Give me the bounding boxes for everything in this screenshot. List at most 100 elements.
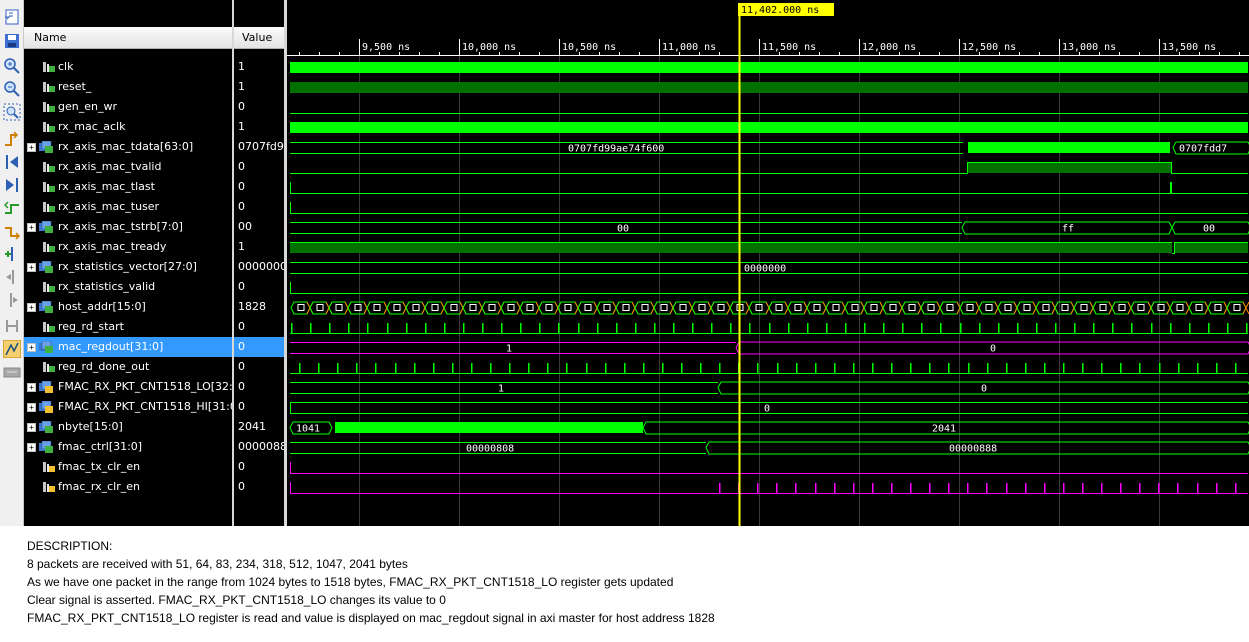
signal-row[interactable]: clk: [24, 57, 232, 77]
signal-row[interactable]: rx_axis_mac_tready: [24, 237, 232, 257]
host-addr-segment: [577, 301, 598, 315]
bit-signal-icon: [42, 461, 56, 473]
reg-rd-start-pulse: [711, 323, 713, 333]
zoom-fit-icon[interactable]: [3, 103, 21, 121]
signal-row[interactable]: reset_: [24, 77, 232, 97]
expand-icon[interactable]: +: [27, 423, 36, 432]
signal-value: 0: [238, 360, 245, 373]
signal-name: fmac_rx_clr_en: [58, 480, 140, 493]
reg-rd-done-pulse: [948, 363, 950, 373]
host-addr-value-marker: [1118, 304, 1126, 311]
expand-icon[interactable]: +: [27, 443, 36, 452]
expand-icon[interactable]: +: [27, 403, 36, 412]
signal-value: 1: [238, 80, 245, 93]
name-column-header[interactable]: Name: [24, 27, 232, 49]
expand-icon[interactable]: +: [27, 383, 36, 392]
tready-high: [1175, 242, 1248, 253]
go-to-end-icon[interactable]: [3, 176, 21, 194]
host-addr-segment: [939, 301, 961, 315]
reg-rd-start-pulse: [692, 323, 694, 333]
ruler-tick-label: 11,500 ns: [762, 42, 816, 53]
signal-name: reg_rd_done_out: [58, 360, 150, 373]
signal-row[interactable]: + FMAC_RX_PKT_CNT1518_HI[31:0]: [24, 397, 241, 417]
zoom-out-icon[interactable]: [3, 80, 21, 98]
previous-transition-icon[interactable]: [3, 199, 21, 217]
host-addr-value-marker: [1137, 304, 1145, 311]
rx-clr-en-pulse: [1006, 483, 1008, 493]
signal-name: reset_: [58, 80, 92, 93]
signal-name: rx_axis_mac_tstrb[7:0]: [58, 220, 183, 233]
signal-row[interactable]: fmac_tx_clr_en: [24, 457, 232, 477]
reg-rd-done-pulse: [547, 363, 549, 373]
signal-name: gen_en_wr: [58, 100, 117, 113]
reg-rd-done-pulse: [586, 363, 588, 373]
signal-row[interactable]: reg_rd_done_out: [24, 357, 232, 377]
host-addr-value-marker: [1157, 304, 1165, 311]
signal-row[interactable]: rx_axis_mac_tuser: [24, 197, 232, 217]
expand-icon[interactable]: +: [27, 343, 36, 352]
floating-ruler-icon[interactable]: [3, 363, 21, 381]
signal-row[interactable]: reg_rd_start: [24, 317, 232, 337]
goto-cursor-icon[interactable]: [3, 131, 21, 149]
bit-signal-icon: [42, 161, 56, 173]
signal-value: 0: [238, 400, 245, 413]
bit-signal-icon: [42, 61, 56, 73]
signal-row[interactable]: + FMAC_RX_PKT_CNT1518_LO[32:0]: [24, 377, 244, 397]
signal-value: 1: [238, 240, 245, 253]
signal-row[interactable]: + rx_axis_mac_tstrb[7:0]: [24, 217, 232, 237]
waveform-canvas[interactable]: 9,500 ns 10,000 ns 10,500 ns 11,000 ns 11,50…: [287, 0, 1249, 526]
waveform-area[interactable]: 9,500 ns 10,000 ns 10,500 ns 11,000 ns 11,50…: [287, 0, 1249, 526]
swap-cursors-icon[interactable]: [3, 317, 21, 335]
expand-toolbar-icon[interactable]: [3, 8, 21, 26]
expand-icon[interactable]: +: [27, 143, 36, 152]
reg-rd-done-pulse: [414, 363, 416, 373]
signal-row[interactable]: + fmac_ctrl[31:0]: [24, 437, 232, 457]
reg-rd-done-pulse: [834, 363, 836, 373]
snap-to-transition-icon[interactable]: [3, 340, 21, 358]
reg-rd-start-pulse: [539, 323, 541, 333]
host-addr-segment: [959, 301, 980, 315]
expand-icon[interactable]: +: [27, 303, 36, 312]
signal-row[interactable]: + host_addr[15:0]: [24, 297, 232, 317]
signal-row[interactable]: + nbyte[15:0]: [24, 417, 232, 437]
signal-row[interactable]: gen_en_wr: [24, 97, 232, 117]
host-addr-value-marker: [469, 304, 477, 311]
description-line: As we have one packet in the range from …: [27, 575, 674, 589]
ruler-tick-label: 13,500 ns: [1162, 42, 1216, 53]
zoom-in-icon[interactable]: [3, 57, 21, 75]
ruler-tick-label: 9,500 ns: [362, 42, 410, 53]
add-marker-icon[interactable]: [3, 245, 21, 263]
host-addr-value-marker: [966, 304, 974, 311]
signal-row[interactable]: fmac_rx_clr_en: [24, 477, 232, 497]
signal-name: rx_mac_aclk: [58, 120, 126, 133]
bus-signal-icon: [39, 421, 53, 433]
go-to-start-icon[interactable]: [3, 153, 21, 171]
expand-icon[interactable]: +: [27, 223, 36, 232]
signal-row[interactable]: rx_axis_mac_tvalid: [24, 157, 232, 177]
reset-waveform: [290, 82, 1248, 93]
signal-row[interactable]: rx_statistics_valid: [24, 277, 232, 297]
expand-icon[interactable]: +: [27, 263, 36, 272]
previous-marker-icon[interactable]: [3, 268, 21, 286]
signal-values-panel: Value 11010707fd990000010000000018280000…: [234, 0, 284, 526]
host-addr-segment: [596, 301, 617, 315]
reg-rd-done-pulse: [337, 363, 339, 373]
rx-clr-en-pulse: [719, 483, 721, 493]
host-addr-segment: [901, 301, 922, 315]
signal-name: fmac_tx_clr_en: [58, 460, 141, 473]
signal-row[interactable]: + mac_regdout[31:0]: [24, 337, 232, 357]
host-addr-value-marker: [373, 304, 381, 311]
reg-rd-done-pulse: [1120, 363, 1122, 373]
signal-row[interactable]: + rx_axis_mac_tdata[63:0]: [24, 137, 232, 157]
save-icon[interactable]: [3, 32, 21, 50]
ruler-tick-label: 10,000 ns: [462, 42, 516, 53]
next-transition-icon[interactable]: [3, 222, 21, 240]
value-column-header[interactable]: Value: [234, 27, 284, 49]
reg-rd-done-pulse: [528, 363, 530, 373]
signal-row[interactable]: + rx_statistics_vector[27:0]: [24, 257, 232, 277]
signal-row[interactable]: rx_mac_aclk: [24, 117, 232, 137]
signal-row[interactable]: rx_axis_mac_tlast: [24, 177, 232, 197]
bit-signal-icon: [42, 101, 56, 113]
signal-value: 0: [238, 160, 245, 173]
next-marker-icon[interactable]: [3, 291, 21, 309]
